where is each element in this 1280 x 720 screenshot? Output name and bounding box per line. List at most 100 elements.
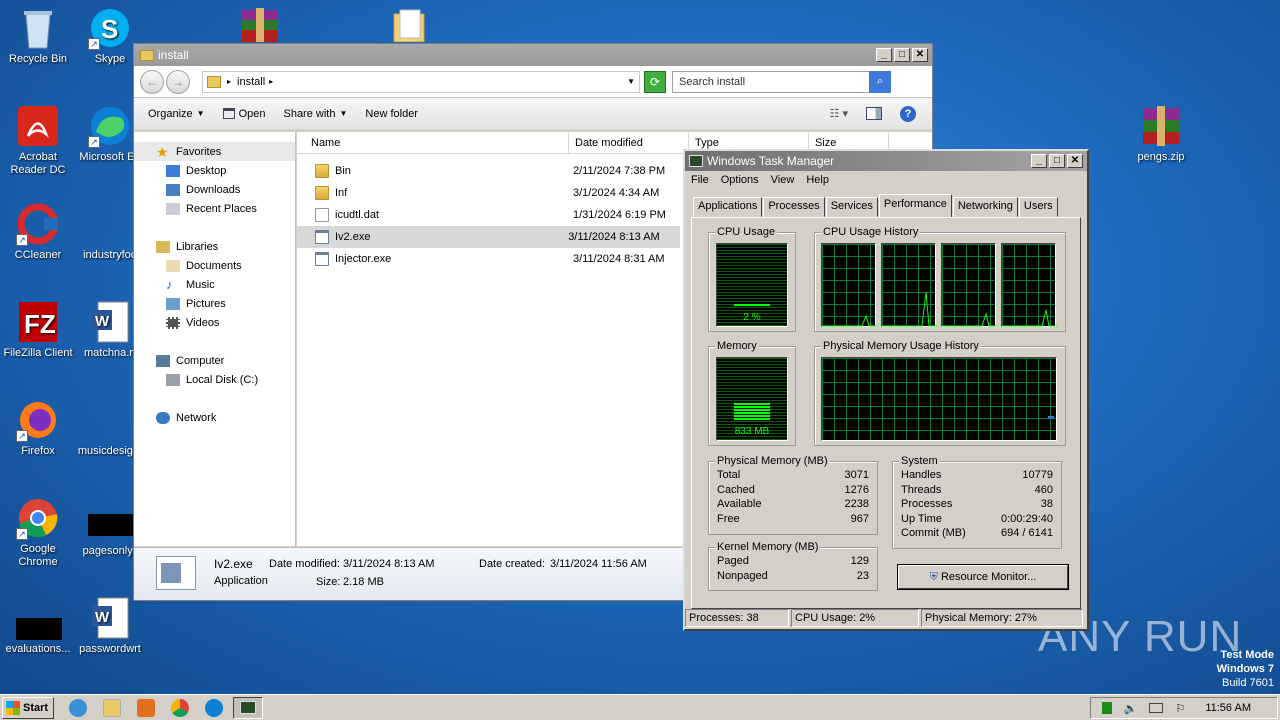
minimize-button[interactable]: _ (876, 48, 892, 62)
start-button[interactable]: Start (2, 696, 54, 719)
network-tray-icon[interactable] (1149, 703, 1164, 713)
desktop-icon-acrobat[interactable]: Acrobat Reader DC (0, 104, 76, 177)
nav-favorites[interactable]: ★ Favorites (134, 142, 295, 161)
shortcut-arrow-icon: ↗ (16, 430, 28, 442)
maximize-button[interactable]: □ (1049, 154, 1065, 168)
media-player-icon[interactable] (137, 698, 155, 717)
menu-options[interactable]: Options (721, 174, 759, 193)
edge-icon[interactable] (205, 698, 223, 717)
memory-group: Memory 833 MB (708, 340, 796, 446)
volume-icon[interactable]: 🔈 (1124, 702, 1138, 715)
nav-network[interactable]: Network (134, 408, 295, 427)
column-date-modified[interactable]: Date modified (569, 132, 689, 153)
folder-icon (140, 49, 154, 61)
tab-applications[interactable]: Applications (693, 197, 763, 217)
breadcrumb[interactable]: install (237, 76, 265, 88)
nav-videos[interactable]: Videos (134, 313, 295, 332)
tab-strip: Applications Processes Services Performa… (693, 194, 1059, 217)
cpu-history-graph (941, 243, 997, 327)
address-bar[interactable]: ▸ install ▸ ▼ (202, 70, 640, 93)
chrome-icon[interactable] (171, 698, 189, 717)
nav-local-disk[interactable]: Local Disk (C:) (134, 370, 295, 389)
tab-processes[interactable]: Processes (763, 197, 825, 217)
skype-icon: S ↗ (88, 6, 132, 50)
share-with-button[interactable]: Share with ▼ (283, 108, 347, 120)
maximize-button[interactable]: □ (894, 48, 910, 62)
search-input[interactable]: Search install ⌕ (672, 70, 891, 93)
desktop-icon-recycle-bin[interactable]: Recycle Bin (0, 6, 76, 66)
tab-users[interactable]: Users (1018, 197, 1058, 217)
black-file-icon (16, 604, 62, 640)
nav-desktop[interactable]: Desktop (134, 161, 295, 180)
open-button[interactable]: Open (222, 108, 265, 120)
application-icon (156, 556, 196, 590)
tab-performance[interactable]: Performance (878, 194, 952, 217)
nav-downloads[interactable]: Downloads (134, 180, 295, 199)
nav-music[interactable]: ♪ Music (134, 275, 295, 294)
status-processes: Processes: 38 (685, 609, 789, 627)
back-button[interactable]: ← (140, 69, 164, 94)
menu-file[interactable]: File (691, 174, 709, 193)
preview-pane-icon[interactable] (866, 107, 882, 120)
refresh-button[interactable]: ⟳ (644, 70, 666, 93)
forward-button[interactable]: → (166, 69, 190, 94)
close-button[interactable]: ✕ (912, 48, 928, 62)
help-icon[interactable]: ? (900, 105, 916, 122)
resource-monitor-button[interactable]: ⛨ Resource Monitor... (898, 565, 1068, 589)
breadcrumb-arrow-icon[interactable]: ▸ (227, 77, 231, 86)
nav-computer[interactable]: Computer (134, 351, 295, 370)
acrobat-icon (16, 104, 60, 148)
view-options-icon[interactable]: ☷ ▾ (830, 107, 848, 120)
nav-libraries[interactable]: Libraries (134, 237, 295, 256)
explorer-titlebar[interactable]: install _ □ ✕ (134, 44, 932, 66)
desktop-icon-evaluations[interactable]: evaluations... (0, 604, 76, 656)
column-name[interactable]: Name (297, 132, 569, 153)
shortcut-arrow-icon: ↗ (16, 234, 28, 246)
file-row-selected[interactable]: Iv2.exe 3/11/2024 8:13 AM (297, 226, 680, 248)
tab-services[interactable]: Services (825, 197, 878, 217)
ie-icon[interactable] (69, 698, 87, 717)
flag-icon[interactable]: ⚐ (1175, 702, 1185, 715)
shortcut-arrow-icon: ↗ (88, 136, 100, 148)
system-tray: 🔈 ⚐ 11:56 AM (1090, 697, 1278, 719)
menu-help[interactable]: Help (806, 174, 829, 193)
clock[interactable]: 11:56 AM (1205, 702, 1251, 714)
nav-pictures[interactable]: Pictures (134, 294, 295, 313)
organize-button[interactable]: Organize ▼ (148, 108, 205, 120)
desktop-icon-ccleaner[interactable]: ↗ CCleaner (0, 202, 76, 262)
taskbar-task-manager[interactable] (233, 696, 263, 719)
svg-text:W: W (95, 609, 110, 626)
nav-recent-places[interactable]: Recent Places (134, 199, 295, 218)
winrar-icon[interactable] (238, 8, 282, 42)
tab-networking[interactable]: Networking (952, 197, 1018, 217)
desktop-icon-pengs-zip[interactable]: pengs.zip (1123, 104, 1199, 164)
new-folder-button[interactable]: New folder (365, 108, 418, 120)
shield-icon: ⛨ (929, 571, 938, 583)
taskmgr-titlebar[interactable]: Windows Task Manager _ □ ✕ (685, 151, 1087, 171)
desktop-icon-filezilla[interactable]: FZ FileZilla Client (0, 300, 76, 360)
close-button[interactable]: ✕ (1067, 154, 1083, 168)
desktop-icon-chrome[interactable]: ↗ Google Chrome (0, 496, 76, 569)
minimize-button[interactable]: _ (1031, 154, 1047, 168)
memory-history-graph (821, 357, 1057, 441)
folder-icon[interactable] (392, 8, 428, 43)
memory-meter-fill (734, 403, 770, 420)
cpu-history-graph (1001, 243, 1057, 327)
search-icon[interactable]: ⌕ (869, 70, 891, 93)
details-size: 2.18 MB (343, 576, 384, 588)
menu-view[interactable]: View (771, 174, 795, 193)
chevron-down-icon[interactable]: ▼ (627, 77, 635, 86)
explorer-icon[interactable] (103, 698, 121, 717)
star-icon: ★ (156, 143, 169, 160)
task-manager-window[interactable]: Windows Task Manager _ □ ✕ File Options … (683, 149, 1089, 631)
ccleaner-icon: ↗ (16, 202, 60, 246)
chrome-icon: ↗ (16, 496, 60, 540)
nav-documents[interactable]: Documents (134, 256, 295, 275)
documents-icon (166, 259, 180, 272)
breadcrumb-arrow-icon[interactable]: ▸ (269, 77, 273, 86)
black-file-icon (88, 506, 134, 542)
pictures-icon (166, 297, 180, 310)
desktop-icon-firefox[interactable]: ↗ Firefox (0, 398, 76, 458)
tray-status-icon[interactable] (1101, 702, 1112, 714)
desktop-icon-passwordwrt[interactable]: W passwordwrt (72, 596, 148, 656)
